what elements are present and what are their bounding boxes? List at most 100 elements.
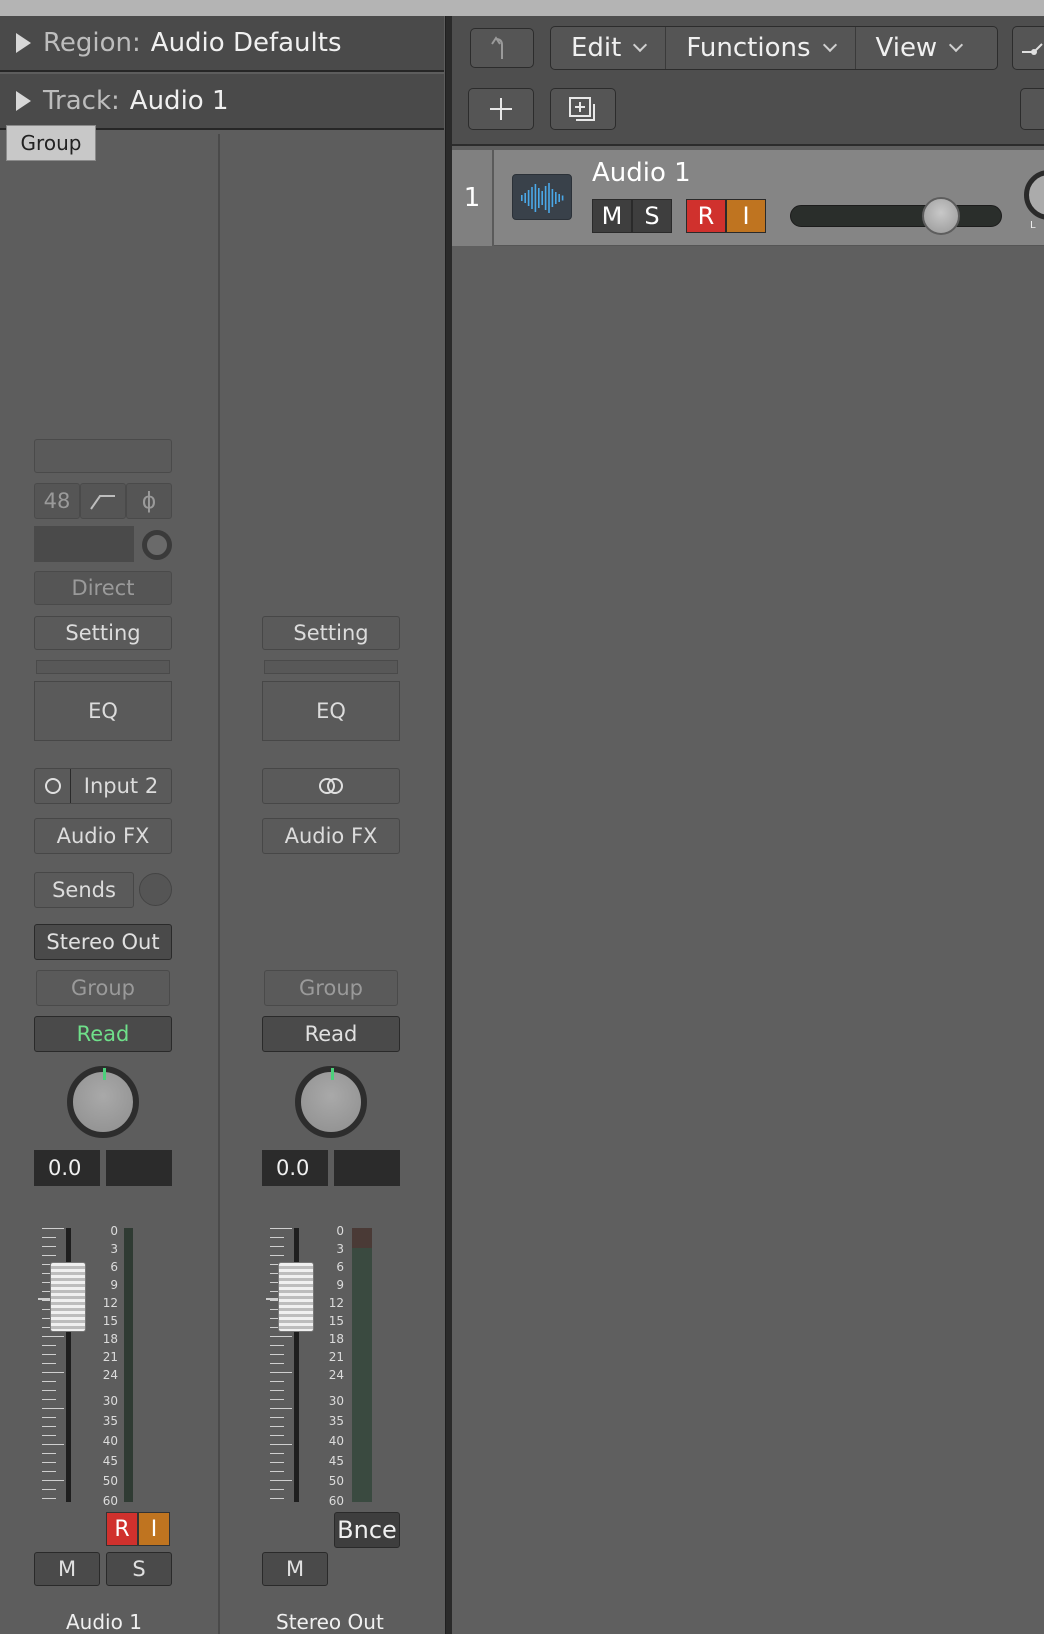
strip-divider xyxy=(218,134,220,1634)
audio-fx-slot[interactable]: Audio FX xyxy=(34,818,172,854)
meter-scale: 0 3 6 9 12 15 18 21 24 30 35 40 45 50 60 xyxy=(326,1224,344,1508)
disclosure-triangle-icon[interactable] xyxy=(16,33,31,53)
meter-scale-label: 21 xyxy=(328,1350,344,1364)
track-name[interactable]: Audio 1 xyxy=(592,158,691,188)
fader-tick xyxy=(270,1480,292,1481)
library-toggle-button[interactable] xyxy=(1020,88,1044,130)
group-slot[interactable]: Group xyxy=(264,970,398,1006)
level-meter xyxy=(352,1228,372,1502)
meter-scale-label: 35 xyxy=(328,1414,344,1428)
level-meter xyxy=(124,1228,133,1502)
meter-scale-label: 15 xyxy=(102,1314,118,1328)
plus-icon[interactable] xyxy=(468,88,534,130)
back-arrow-icon[interactable] xyxy=(470,28,534,68)
fader-tick xyxy=(270,1336,292,1337)
functions-menu[interactable]: Functions xyxy=(666,27,856,69)
meter-scale-label: 60 xyxy=(328,1494,344,1508)
channel-name[interactable]: Audio 1 xyxy=(66,1610,142,1634)
fader-tick xyxy=(42,1390,56,1391)
group-slot[interactable]: Group xyxy=(36,970,170,1006)
track-header[interactable]: Track: Audio 1 xyxy=(0,74,444,130)
channel-name[interactable]: Stereo Out xyxy=(276,1610,384,1634)
track-volume-handle[interactable] xyxy=(922,197,960,235)
volume-fader[interactable] xyxy=(50,1262,86,1332)
automation-mode-button[interactable]: Read xyxy=(262,1016,400,1052)
mute-button[interactable]: M xyxy=(262,1552,328,1586)
track-volume-slider[interactable] xyxy=(790,205,1002,227)
record-input-group: R I xyxy=(106,1512,170,1546)
meter-scale-label: 24 xyxy=(102,1368,118,1382)
volume-value[interactable]: 0.0 xyxy=(262,1150,328,1186)
automation-curve-icon[interactable] xyxy=(1012,26,1044,70)
volume-fader[interactable] xyxy=(278,1262,314,1332)
pan-knob[interactable] xyxy=(67,1066,139,1138)
meter-scale-label: 35 xyxy=(102,1414,118,1428)
fader-tick xyxy=(270,1363,284,1364)
setting-button[interactable]: Setting xyxy=(262,616,400,650)
audio-waveform-icon[interactable] xyxy=(512,174,572,220)
fader-tick xyxy=(42,1453,56,1454)
fader-tick xyxy=(42,1372,64,1373)
fader-tick xyxy=(42,1435,56,1436)
fader-tick xyxy=(270,1435,284,1436)
meter-scale-label: 30 xyxy=(328,1394,344,1408)
meter-scale-label: 24 xyxy=(328,1368,344,1382)
bounce-button[interactable]: Bnce xyxy=(334,1512,400,1548)
chevron-down-icon xyxy=(633,37,648,53)
output-slot[interactable]: Stereo Out xyxy=(34,924,172,960)
add-folder-icon[interactable] xyxy=(550,88,616,130)
track-record-button[interactable]: R xyxy=(686,199,726,233)
low-cut-icon[interactable] xyxy=(80,483,126,519)
mute-button[interactable]: M xyxy=(34,1552,100,1586)
pan-knob[interactable] xyxy=(295,1066,367,1138)
send-level-knob[interactable] xyxy=(139,873,172,906)
input-slot[interactable] xyxy=(34,526,134,562)
gain-button[interactable]: 48 xyxy=(34,483,80,519)
stereo-link-icon[interactable] xyxy=(262,768,400,804)
fader-tick xyxy=(42,1462,56,1463)
tracks-area xyxy=(452,16,1044,1634)
fader-tick xyxy=(270,1498,284,1499)
eq-display[interactable]: EQ xyxy=(262,681,400,741)
track-mute-button[interactable]: M xyxy=(592,199,632,233)
fader-tick xyxy=(42,1363,56,1364)
fader-tick xyxy=(270,1462,284,1463)
input-format-slot[interactable] xyxy=(34,439,172,473)
setting-button[interactable]: Setting xyxy=(34,616,172,650)
record-input-group: R I xyxy=(686,199,766,233)
fader-tick xyxy=(42,1345,56,1346)
meter-scale-label: 3 xyxy=(336,1242,344,1256)
meter-scale-label: 40 xyxy=(328,1434,344,1448)
meter-scale-label: 40 xyxy=(102,1434,118,1448)
fader-tick xyxy=(270,1399,284,1400)
phase-invert-icon[interactable]: ϕ xyxy=(126,483,172,519)
input-monitor-button[interactable]: I xyxy=(138,1512,170,1546)
fader-tick xyxy=(42,1255,56,1256)
disclosure-triangle-icon[interactable] xyxy=(16,91,31,111)
solo-button[interactable]: S xyxy=(106,1552,172,1586)
eq-display[interactable]: EQ xyxy=(34,681,172,741)
sends-slot[interactable]: Sends xyxy=(34,872,134,908)
view-menu[interactable]: View xyxy=(856,27,982,69)
fader-tick xyxy=(270,1345,284,1346)
fader-tick xyxy=(270,1372,292,1373)
peak-level-display xyxy=(334,1150,400,1186)
automation-mode-button[interactable]: Read xyxy=(34,1016,172,1052)
gain-knob[interactable] xyxy=(142,530,172,560)
group-tooltip: Group xyxy=(6,125,96,161)
direct-button[interactable]: Direct xyxy=(34,571,172,605)
audio-fx-slot[interactable]: Audio FX xyxy=(262,818,400,854)
record-enable-button[interactable]: R xyxy=(106,1512,138,1546)
fader-tick xyxy=(42,1354,56,1355)
fader-tick xyxy=(42,1228,64,1229)
meter-scale-label: 12 xyxy=(102,1296,118,1310)
input-slot-button[interactable]: Input 2 xyxy=(34,768,172,804)
fader-tick xyxy=(42,1480,64,1481)
top-strip xyxy=(0,0,1044,16)
track-solo-button[interactable]: S xyxy=(632,199,672,233)
volume-value[interactable]: 0.0 xyxy=(34,1150,100,1186)
track-input-monitor-button[interactable]: I xyxy=(726,199,766,233)
mute-solo-group: M S xyxy=(592,199,672,233)
region-header[interactable]: Region: Audio Defaults xyxy=(0,16,444,72)
edit-menu[interactable]: Edit xyxy=(551,27,667,69)
